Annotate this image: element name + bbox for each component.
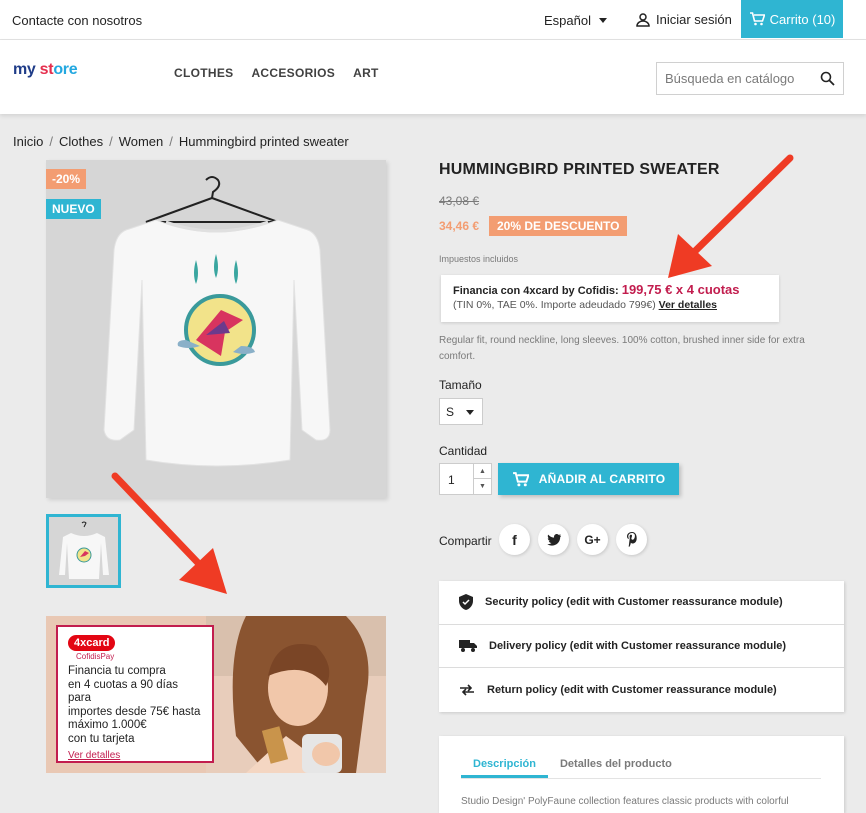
size-label: Tamaño <box>439 378 482 392</box>
product-tabs: Descripción Detalles del producto Studio… <box>439 736 844 813</box>
tab-product-details[interactable]: Detalles del producto <box>548 752 684 778</box>
user-icon <box>636 12 650 27</box>
search-input[interactable] <box>657 63 807 94</box>
size-value: S <box>446 405 455 419</box>
search-icon[interactable] <box>820 71 835 86</box>
banner-text-box: 4xcard CofidisPay Financia tu compra en … <box>56 625 214 763</box>
current-price: 34,46 € <box>439 219 480 233</box>
reassurance-security: Security policy (edit with Customer reas… <box>439 581 844 625</box>
language-label: Español <box>544 13 591 28</box>
discount-badge: 20% DE DESCUENTO <box>489 216 628 236</box>
tab-header: Descripción Detalles del producto <box>461 752 821 779</box>
cart-label: Carrito (10) <box>769 11 836 27</box>
menu-item-art[interactable]: ART <box>353 66 379 80</box>
product-description: Regular fit, round neckline, long sleeve… <box>439 335 805 362</box>
reassurance-block: Security policy (edit with Customer reas… <box>439 581 844 712</box>
size-select[interactable]: S <box>439 398 483 425</box>
financing-line: Financia con 4xcard by Cofidis: 199,75 €… <box>453 282 740 297</box>
tax-label: Impuestos incluidos <box>439 254 519 264</box>
financing-detail: (TIN 0%, TAE 0%. Importe adeudado 799€) … <box>453 299 718 311</box>
decrement-icon[interactable]: ▼ <box>473 479 491 494</box>
quantity-label: Cantidad <box>439 444 488 458</box>
quantity-stepper[interactable]: 1 ▲ ▼ <box>439 463 492 495</box>
reassurance-delivery: Delivery policy (edit with Customer reas… <box>439 625 844 669</box>
discount-flag: -20% <box>46 169 87 189</box>
menu-item-accesorios[interactable]: ACCESORIOS <box>251 66 335 80</box>
cart-button[interactable]: Carrito (10) <box>741 0 843 38</box>
twitter-icon[interactable] <box>538 524 569 555</box>
language-selector[interactable]: Español <box>544 13 607 28</box>
share-label: Compartir <box>439 534 492 548</box>
sweater-thumb-illustration <box>49 517 118 585</box>
menu-item-clothes[interactable]: CLOTHES <box>174 66 233 80</box>
regular-price: 43,08 € <box>439 194 480 208</box>
product-title: HUMMINGBIRD PRINTED SWEATER <box>439 161 720 178</box>
tab-content-text: Studio Design' PolyFaune collection feat… <box>461 796 789 807</box>
store-logo[interactable]: my store <box>13 61 78 79</box>
financing-amount: 199,75 € x 4 cuotas <box>621 282 740 297</box>
breadcrumb-women[interactable]: Women <box>119 134 164 149</box>
cofidis-banner[interactable]: 4xcard CofidisPay Financia tu compra en … <box>46 616 386 773</box>
tab-description[interactable]: Descripción <box>461 752 548 778</box>
signin-label: Iniciar sesión <box>656 12 732 27</box>
site-header: my store CLOTHES ACCESORIOS ART <box>0 40 866 114</box>
banner-text: Financia tu compra en 4 cuotas a 90 días… <box>68 665 201 745</box>
4xcard-badge: 4xcard <box>68 635 116 651</box>
financing-details-link[interactable]: Ver detalles <box>659 299 717 311</box>
cart-icon <box>749 12 765 26</box>
cofidispay-label: CofidisPay <box>76 652 115 661</box>
new-flag: NUEVO <box>46 199 101 219</box>
signin-link[interactable]: Iniciar sesión <box>636 12 732 27</box>
cart-icon <box>512 471 529 486</box>
add-to-cart-button[interactable]: AÑADIR AL CARRITO <box>498 463 679 495</box>
search-box <box>656 62 844 95</box>
product-thumbnail[interactable] <box>46 514 121 588</box>
banner-details-link[interactable]: Ver detalles <box>68 750 202 761</box>
quantity-value: 1 <box>448 473 455 487</box>
main-menu: CLOTHES ACCESORIOS ART <box>174 66 379 80</box>
breadcrumb-home[interactable]: Inicio <box>13 134 43 149</box>
contact-link[interactable]: Contacte con nosotros <box>12 13 142 28</box>
financing-box: Financia con 4xcard by Cofidis: 199,75 €… <box>441 275 779 322</box>
add-to-cart-label: AÑADIR AL CARRITO <box>538 472 666 486</box>
increment-icon[interactable]: ▲ <box>473 464 491 479</box>
facebook-icon[interactable]: f <box>499 524 530 555</box>
breadcrumb: Inicio / Clothes / Women / Hummingbird prin… <box>13 134 349 149</box>
chevron-down-icon <box>598 18 607 23</box>
reassurance-return: Return policy (edit with Customer reassu… <box>439 668 844 712</box>
top-bar: Contacte con nosotros Español Iniciar se… <box>0 0 866 40</box>
swap-arrows-icon <box>460 684 474 696</box>
breadcrumb-current: Hummingbird printed sweater <box>178 134 349 149</box>
shield-icon <box>459 594 473 611</box>
chevron-down-icon <box>466 410 474 415</box>
woman-photo <box>206 616 386 773</box>
pinterest-icon[interactable] <box>616 524 647 555</box>
breadcrumb-clothes[interactable]: Clothes <box>59 134 103 149</box>
truck-icon <box>459 640 477 653</box>
google-plus-icon[interactable]: G+ <box>577 524 608 555</box>
